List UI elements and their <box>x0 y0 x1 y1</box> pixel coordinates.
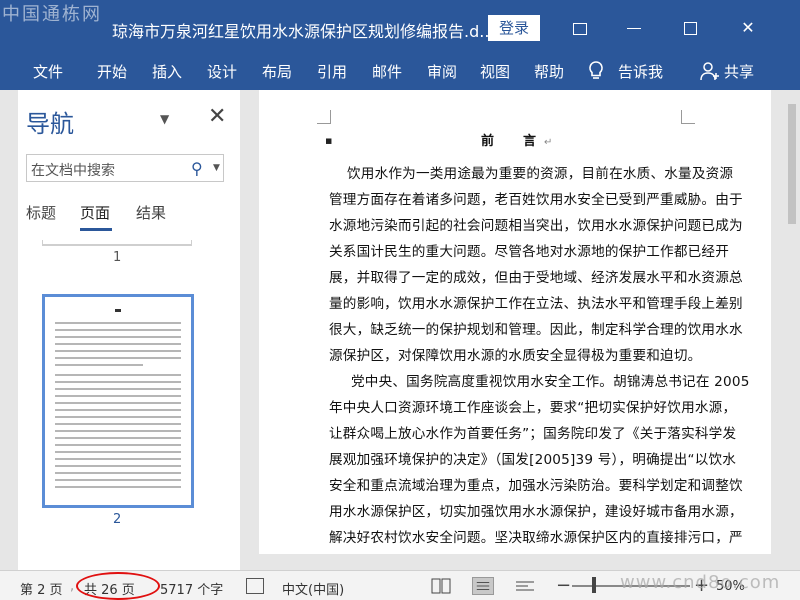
zoom-out-button[interactable]: − <box>556 575 571 596</box>
document-line: 关系国计民生的重大问题。尽管各地对水源地的保护工作都已经开 <box>329 244 730 260</box>
vertical-scrollbar[interactable] <box>784 90 800 570</box>
tab-layout[interactable]: 布局 <box>262 61 292 82</box>
login-button[interactable]: 登录 <box>488 15 540 41</box>
scrollbar-thumb[interactable] <box>788 104 796 224</box>
page-thumbnail-2[interactable] <box>42 294 194 508</box>
document-line: 解决好农村饮水安全问题。坚决取缔水源保护区内的直接排污口，严 <box>329 530 743 546</box>
document-line: 管理方面存在着诸多问题，老百姓饮用水安全已受到严重威胁。由于 <box>329 192 743 208</box>
nav-options-chevron-icon[interactable]: ▼ <box>160 112 169 126</box>
document-line: 饮用水作为一类用途最为重要的资源，目前在水质、水量及资源 <box>347 166 734 182</box>
tab-file[interactable]: 文件 <box>33 61 63 82</box>
search-icon[interactable]: ⚲ <box>191 159 203 178</box>
nav-tab-headings[interactable]: 标题 <box>26 202 56 223</box>
web-layout-icon[interactable] <box>514 577 536 595</box>
close-window-icon[interactable]: ✕ <box>734 14 762 42</box>
navigation-pane: 导航 ▼ ✕ 在文档中搜索 ⚲ ▼ 标题 页面 结果 1 2 <box>18 90 240 570</box>
nav-search-input[interactable]: 在文档中搜索 ⚲ ▼ <box>26 154 224 182</box>
nav-tab-results[interactable]: 结果 <box>136 202 166 223</box>
document-line: 党中央、国务院高度重视饮用水安全工作。胡锦涛总书记在 2005 <box>351 374 750 390</box>
status-language[interactable]: 中文(中国) <box>282 579 344 598</box>
ribbon-display-options-icon[interactable] <box>566 14 594 42</box>
document-line: 展观加强环境保护的决定》（国发[2005]39 号），明确提出“以饮水 <box>329 452 737 468</box>
nav-pane-title: 导航 <box>26 110 74 138</box>
highlight-annotation-oval <box>76 572 160 600</box>
search-options-chevron-icon[interactable]: ▼ <box>213 163 220 173</box>
status-page-number[interactable]: 第 2 页 <box>20 579 63 598</box>
tab-review[interactable]: 审阅 <box>427 61 457 82</box>
tab-mailings[interactable]: 邮件 <box>372 61 402 82</box>
nav-search-placeholder: 在文档中搜索 <box>31 163 115 179</box>
document-line: 展，并取得了一定的成效，但由于受地域、经济发展水平和水资源总 <box>329 270 743 286</box>
tell-me-button[interactable]: 告诉我 <box>618 61 663 82</box>
crop-mark <box>317 110 331 124</box>
share-button[interactable]: 共享 <box>724 61 754 82</box>
print-layout-icon[interactable] <box>472 577 494 595</box>
thumbnail-heading-mark <box>115 309 121 312</box>
document-heading: 前 言↵ <box>481 134 553 149</box>
status-word-count[interactable]: 5717 个字 <box>160 579 223 598</box>
page-thumbnail-number: 1 <box>113 250 122 265</box>
document-line: 量的影响，饮用水水源保护工作在立法、执法水平和管理手段上差别 <box>329 296 743 312</box>
title-bar: 中国通栋网 琼海市万泉河红星饮用水水源保护区规划修编报告.d... 登录 ✕ <box>0 0 800 52</box>
tab-view[interactable]: 视图 <box>480 61 510 82</box>
minimize-icon[interactable] <box>620 14 648 42</box>
tab-references[interactable]: 引用 <box>317 61 347 82</box>
document-line: 让群众喝上放心水作为首要任务”；国务院印发了《关于落实科学发 <box>329 426 737 442</box>
document-line: 用水水源保护区，切实加强饮用水水源保护，建设好城市备用水源， <box>329 504 743 520</box>
document-page[interactable]: ▪ 前 言↵ 饮用水作为一类用途最为重要的资源，目前在水质、水量及资源 管理方面… <box>259 90 771 554</box>
active-tab-indicator <box>80 228 112 231</box>
document-area[interactable]: ▪ 前 言↵ 饮用水作为一类用途最为重要的资源，目前在水质、水量及资源 管理方面… <box>241 90 784 570</box>
tab-insert[interactable]: 插入 <box>152 61 182 82</box>
document-line: 年中央人口资源环境工作座谈会上，要求“把切实保护好饮用水源， <box>329 400 737 416</box>
document-line: 安全和重点流域治理为重点，加强水污染防治。要科学划定和调整饮 <box>329 478 743 494</box>
ribbon-tabs: 文件 开始 插入 设计 布局 引用 邮件 审阅 视图 帮助 告诉我 共享 <box>0 52 800 90</box>
nav-close-icon[interactable]: ✕ <box>208 104 226 129</box>
page-thumbnail-1[interactable] <box>42 240 192 246</box>
maximize-icon[interactable] <box>676 14 704 42</box>
proofing-icon[interactable] <box>246 578 264 594</box>
tab-help[interactable]: 帮助 <box>534 61 564 82</box>
zoom-slider-thumb[interactable] <box>592 577 596 593</box>
page-thumbnail-number: 2 <box>113 512 122 527</box>
read-mode-icon[interactable] <box>430 577 452 595</box>
document-line: 很大，缺乏统一的保护规划和管理。因此，制定科学合理的饮用水水 <box>329 322 743 338</box>
tab-home[interactable]: 开始 <box>97 61 127 82</box>
watermark-url: www.cnd8o.com <box>620 572 781 593</box>
tab-design[interactable]: 设计 <box>207 61 237 82</box>
document-line: 水源地污染而引起的社会问题相当突出，饮用水水源保护问题已成为 <box>329 218 743 234</box>
lightbulb-icon[interactable] <box>586 60 606 82</box>
document-title: 琼海市万泉河红星饮用水水源保护区规划修编报告.d... <box>112 22 495 41</box>
share-user-icon[interactable] <box>700 61 720 81</box>
crop-mark <box>681 110 695 124</box>
nav-tab-pages[interactable]: 页面 <box>80 202 110 223</box>
document-line: 源保护区，对保障饮用水源的水质安全显得极为重要和迫切。 <box>329 348 702 364</box>
watermark-logo: 中国通栋网 <box>2 4 102 25</box>
paragraph-bullet: ▪ <box>325 134 333 147</box>
